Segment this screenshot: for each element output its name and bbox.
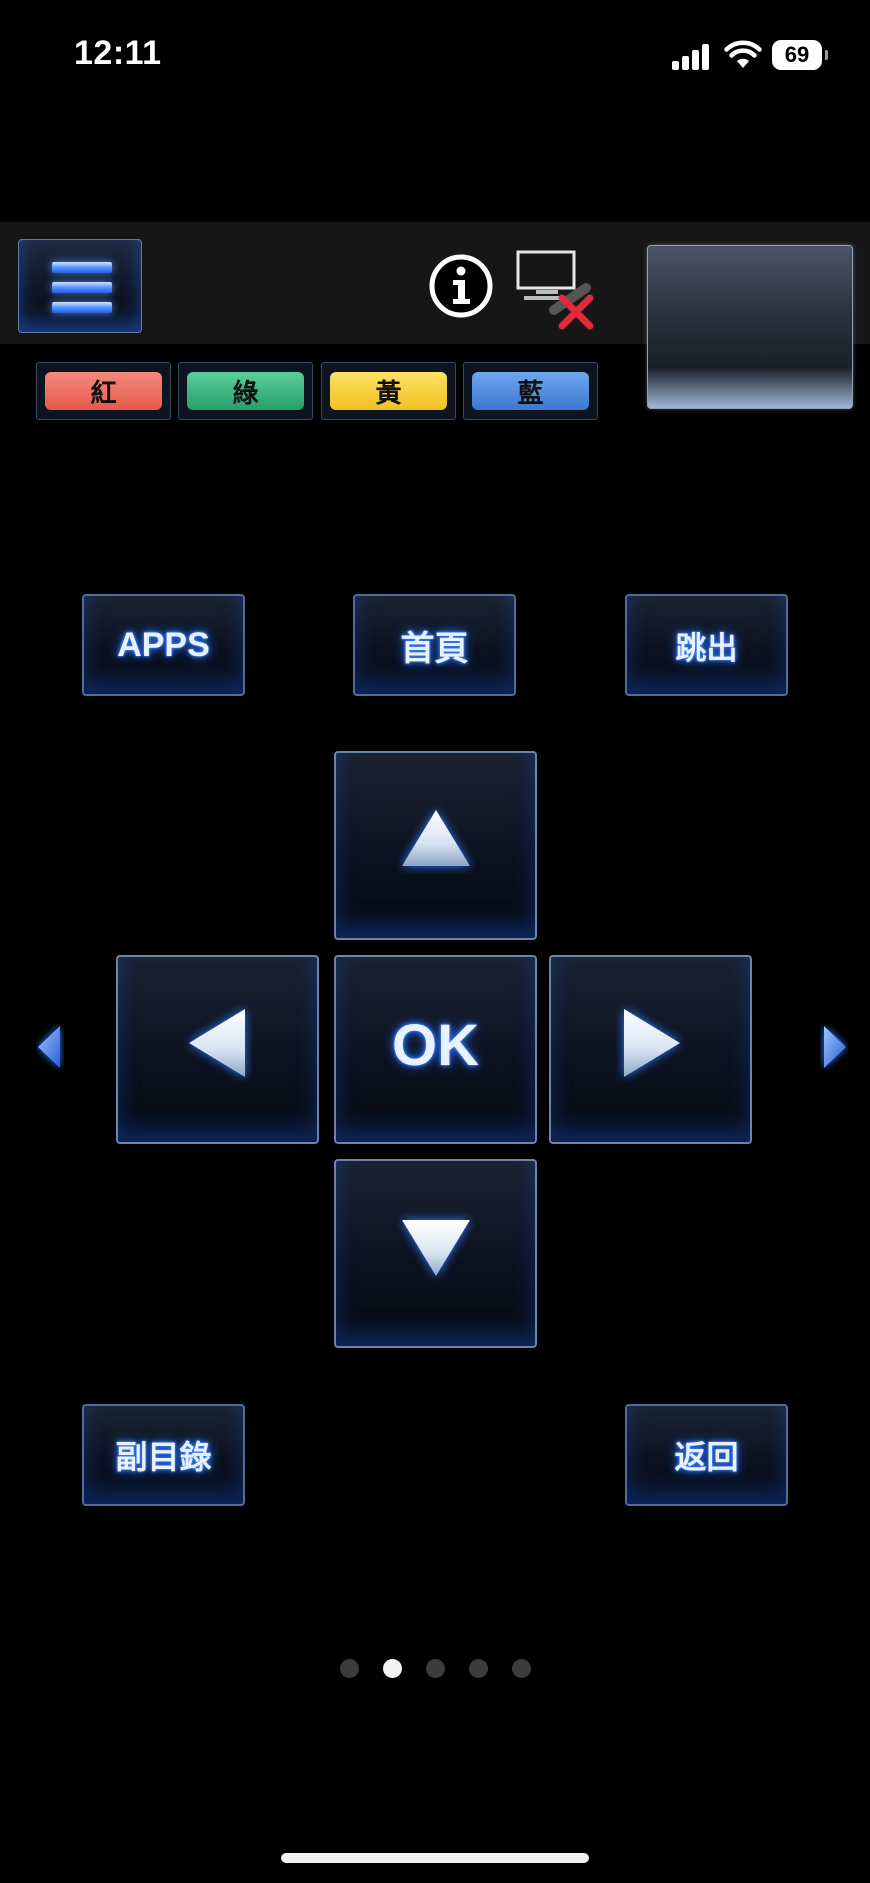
green-key-button[interactable]: 綠	[178, 362, 313, 420]
back-button[interactable]: 返回	[625, 1404, 788, 1506]
ok-button[interactable]: OK	[334, 955, 537, 1144]
status-time: 12:11	[74, 34, 162, 72]
arrow-up-icon	[401, 809, 470, 866]
signal-icon	[672, 44, 712, 70]
submenu-button[interactable]: 副目錄	[82, 1404, 245, 1506]
battery-icon: 69	[772, 40, 828, 70]
home-button[interactable]: 首頁	[353, 594, 516, 696]
apps-button[interactable]: APPS	[82, 594, 245, 696]
page-dot-2-active[interactable]	[382, 1659, 402, 1678]
menu-bar-bottom	[52, 302, 112, 313]
up-button[interactable]	[334, 751, 537, 940]
previous-page-arrow-icon[interactable]	[36, 1024, 64, 1070]
menu-button[interactable]	[18, 239, 142, 333]
status-bar: 12:11 69	[0, 0, 870, 110]
page-dot-5[interactable]	[511, 1659, 531, 1678]
home-label: 首頁	[400, 629, 469, 668]
back-label: 返回	[674, 1439, 739, 1475]
next-page-arrow-icon[interactable]	[820, 1024, 848, 1070]
submenu-label: 副目錄	[115, 1439, 212, 1475]
arrow-left-icon	[188, 1008, 245, 1077]
right-button[interactable]	[549, 955, 752, 1144]
tv-disconnected-icon	[516, 250, 594, 330]
battery-level: 69	[784, 42, 810, 67]
exit-button[interactable]: 跳出	[625, 594, 788, 696]
apps-label: APPS	[117, 625, 210, 664]
blue-key-button[interactable]: 藍	[463, 362, 598, 420]
down-button[interactable]	[334, 1159, 537, 1348]
page-dot-3[interactable]	[425, 1659, 445, 1678]
page-dot-1[interactable]	[339, 1659, 359, 1678]
arrow-right-icon	[623, 1008, 680, 1077]
menu-bar-middle	[52, 282, 112, 293]
exit-label: 跳出	[675, 630, 738, 666]
yellow-key-button[interactable]: 黃	[321, 362, 456, 420]
green-key-label: 綠	[187, 372, 304, 410]
home-indicator[interactable]	[281, 1853, 589, 1863]
left-button[interactable]	[116, 955, 319, 1144]
yellow-key-label: 黃	[330, 372, 447, 410]
info-icon[interactable]	[428, 253, 494, 319]
ok-label: OK	[392, 1013, 479, 1078]
hamburger-menu-icon	[52, 262, 112, 273]
blue-key-label: 藍	[472, 372, 589, 410]
red-key-button[interactable]: 紅	[36, 362, 171, 420]
wifi-icon	[724, 40, 762, 68]
red-key-label: 紅	[45, 372, 162, 410]
preview-panel[interactable]	[647, 245, 853, 409]
page-indicator	[0, 1659, 870, 1681]
page-dot-4[interactable]	[468, 1659, 488, 1678]
arrow-down-icon	[401, 1219, 470, 1276]
